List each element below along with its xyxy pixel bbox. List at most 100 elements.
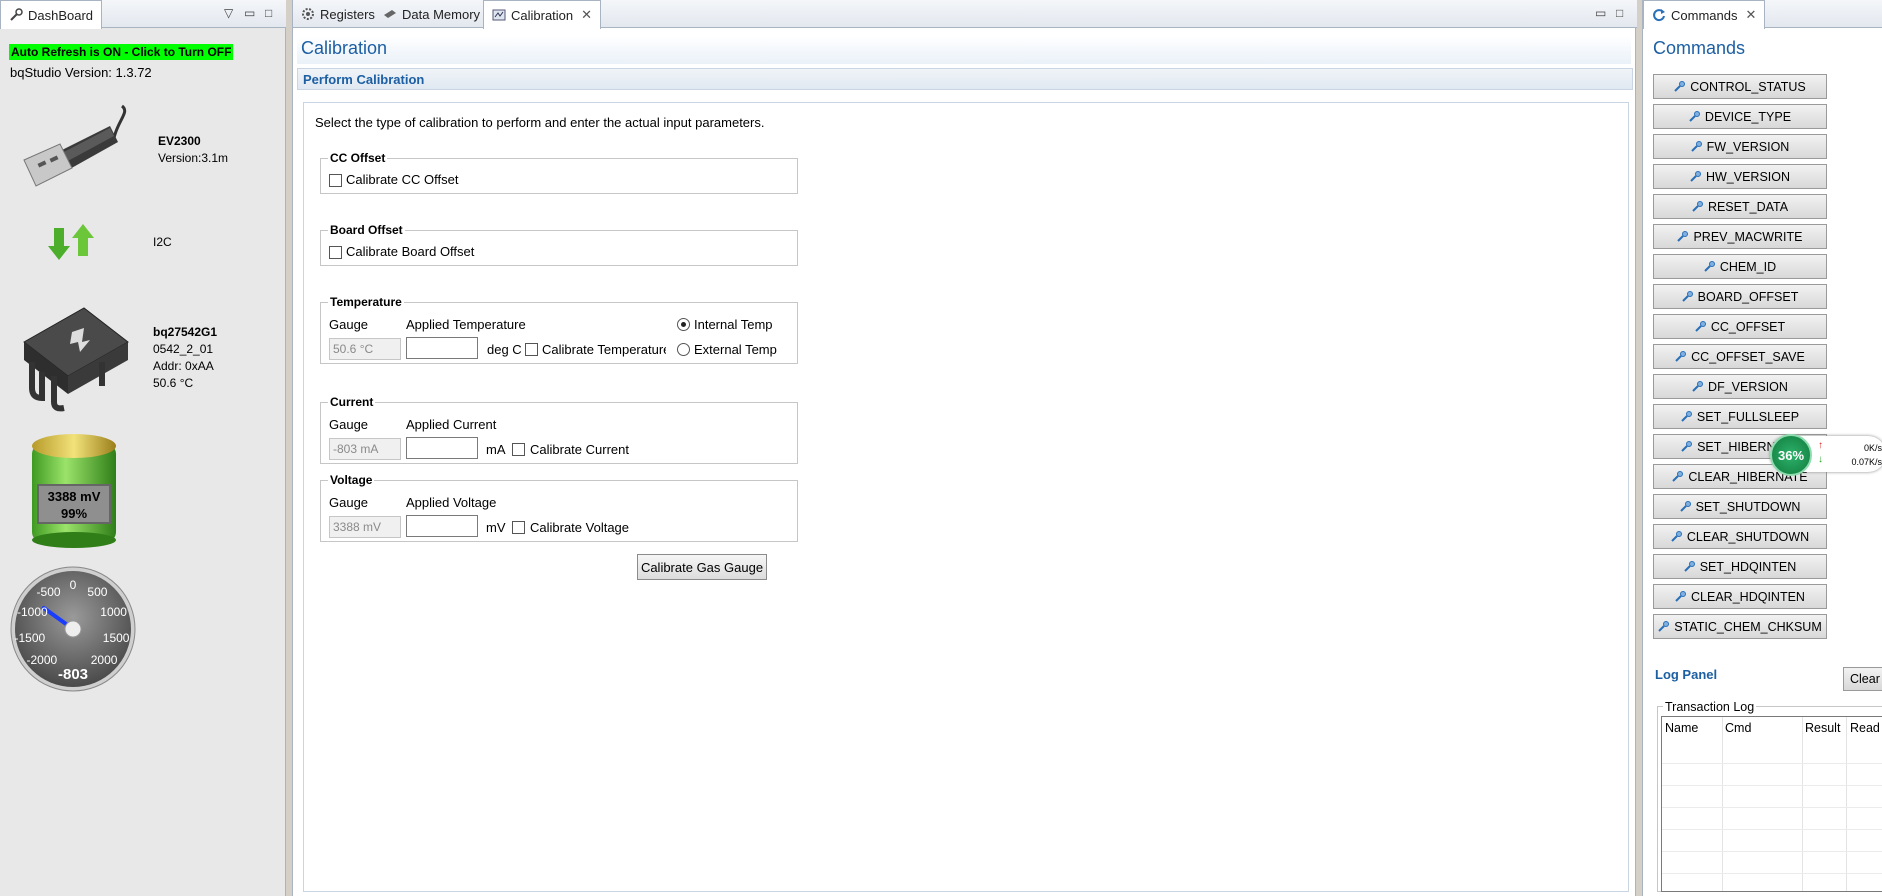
command-icon (1658, 621, 1670, 632)
commands-tabbar: Commands ✕ (1643, 0, 1882, 29)
tab-dashboard[interactable]: DashBoard (0, 0, 103, 29)
current-unit: mA (486, 442, 506, 457)
command-icon (1679, 501, 1691, 512)
tab-data-memory-label: Data Memory (402, 6, 481, 22)
command-button-cc-offset[interactable]: CC_OFFSET (1653, 314, 1827, 339)
network-speed-widget[interactable]: 36% ↑ ↓ 0K/s 0.07K/s (1770, 434, 1882, 476)
applied-voltage-input[interactable] (406, 515, 478, 537)
cc-offset-group-label: CC Offset (328, 151, 388, 165)
command-button-set-hdqinten[interactable]: SET_HDQINTEN (1653, 554, 1827, 579)
gauge-tick-label: 2000 (90, 653, 118, 668)
calibration-icon (492, 8, 506, 22)
transfer-arrows-icon (48, 222, 100, 265)
auto-refresh-toggle[interactable]: Auto Refresh is ON - Click to Turn OFF (9, 44, 234, 60)
command-icon (1677, 231, 1689, 242)
command-label: DEVICE_TYPE (1704, 109, 1792, 124)
internal-temp-radio[interactable] (677, 318, 690, 331)
maximize-icon[interactable]: □ (265, 6, 272, 20)
command-button-set-shutdown[interactable]: SET_SHUTDOWN (1653, 494, 1827, 519)
transaction-log-label: Transaction Log (1663, 700, 1757, 714)
temperature-gauge-label: Gauge (329, 317, 369, 332)
calibrate-current-label: Calibrate Current (530, 442, 629, 457)
download-arrow-icon: ↓ (1818, 454, 1823, 465)
command-label: CC_OFFSET (1710, 319, 1786, 334)
battery-voltage: 3388 mV (47, 489, 101, 504)
download-speed: 0.07K/s (1851, 457, 1882, 467)
calibrate-gas-gauge-button[interactable]: Calibrate Gas Gauge (637, 554, 767, 580)
command-button-reset-data[interactable]: RESET_DATA (1653, 194, 1827, 219)
command-label: HW_VERSION (1705, 169, 1791, 184)
tab-data-memory[interactable]: Data Memory (375, 0, 488, 28)
command-icon (1684, 561, 1695, 572)
applied-current-input[interactable] (406, 437, 478, 459)
command-button-set-fullsleep[interactable]: SET_FULLSLEEP (1653, 404, 1827, 429)
command-button-control-status[interactable]: CONTROL_STATUS (1653, 74, 1827, 99)
command-button-device-type[interactable]: DEVICE_TYPE (1653, 104, 1827, 129)
section-header[interactable]: Perform Calibration (297, 68, 1633, 90)
transaction-log-table[interactable]: Name Cmd Result Read ... (1661, 716, 1882, 892)
column-header-cmd[interactable]: Cmd (1725, 721, 1751, 735)
calibrate-board-offset-label: Calibrate Board Offset (346, 244, 475, 259)
tab-calibration[interactable]: Calibration ✕ (483, 0, 602, 29)
calibrate-cc-offset-checkbox[interactable] (329, 174, 342, 187)
column-header-result[interactable]: Result (1805, 721, 1840, 735)
calibration-form: Select the type of calibration to perfor… (303, 102, 1629, 892)
tab-commands-label: Commands (1671, 7, 1738, 23)
close-icon[interactable]: ✕ (581, 7, 592, 23)
internal-temp-label: Internal Temp (694, 317, 773, 332)
clear-log-button[interactable]: Clear (1843, 667, 1882, 691)
close-icon[interactable]: ✕ (1745, 7, 1756, 23)
tab-commands[interactable]: Commands ✕ (1643, 0, 1766, 29)
voltage-unit: mV (486, 520, 506, 535)
calibrate-board-offset-checkbox[interactable] (329, 246, 342, 259)
command-button-prev-macwrite[interactable]: PREV_MACWRITE (1653, 224, 1827, 249)
command-icon (1695, 321, 1706, 332)
view-menu-icon[interactable]: ▽ (224, 6, 233, 20)
maximize-icon[interactable]: □ (1616, 6, 1623, 20)
command-icon (1672, 471, 1684, 482)
applied-current-label: Applied Current (406, 417, 497, 432)
minimize-icon[interactable]: ▭ (244, 6, 255, 20)
applied-temperature-label: Applied Temperature (406, 317, 526, 332)
command-label: DF_VERSION (1708, 379, 1788, 394)
command-icon (1681, 291, 1693, 302)
command-label: SET_FULLSLEEP (1696, 409, 1800, 424)
page-title: Calibration (301, 38, 388, 58)
command-button-hw-version[interactable]: HW_VERSION (1653, 164, 1827, 189)
calibrate-temperature-checkbox[interactable] (525, 343, 538, 356)
voltage-gauge-label: Gauge (329, 495, 369, 510)
applied-voltage-label: Applied Voltage (406, 495, 497, 510)
gauge-tick-label: -2000 (26, 653, 58, 668)
command-icon (1681, 441, 1693, 452)
device-address: Addr: 0xAA (153, 359, 214, 373)
command-label: STATIC_CHEM_CHKSUM (1674, 619, 1822, 634)
command-button-static-chem-chksum[interactable]: STATIC_CHEM_CHKSUM (1653, 614, 1827, 639)
applied-temperature-input[interactable] (406, 337, 478, 359)
command-button-cc-offset-save[interactable]: CC_OFFSET_SAVE (1653, 344, 1827, 369)
command-button-df-version[interactable]: DF_VERSION (1653, 374, 1827, 399)
command-icon (1675, 351, 1687, 362)
column-header-name[interactable]: Name (1665, 721, 1698, 735)
calibrate-voltage-checkbox[interactable] (512, 521, 525, 534)
calibrate-current-checkbox[interactable] (512, 443, 525, 456)
battery-icon: 3388 mV 99% (28, 430, 120, 548)
battery-readout: 3388 mV 99% (37, 484, 111, 524)
column-header-read[interactable]: Read ... (1850, 721, 1882, 735)
command-button-board-offset[interactable]: BOARD_OFFSET (1653, 284, 1827, 309)
refresh-icon (1652, 8, 1666, 22)
calibrate-temperature-label: Calibrate Temperature (542, 342, 666, 357)
device-name: bq27542G1 (153, 325, 218, 339)
external-temp-radio[interactable] (677, 343, 690, 356)
command-button-fw-version[interactable]: FW_VERSION (1653, 134, 1827, 159)
gauge-tick-label: -1000 (16, 605, 48, 620)
command-icon (1681, 411, 1692, 422)
command-button-clear-shutdown[interactable]: CLEAR_SHUTDOWN (1653, 524, 1827, 549)
tab-registers[interactable]: Registers (293, 0, 383, 28)
minimize-icon[interactable]: ▭ (1595, 6, 1606, 20)
commands-title: Commands (1653, 38, 1746, 58)
command-button-chem-id[interactable]: CHEM_ID (1653, 254, 1827, 279)
board-offset-group-label: Board Offset (328, 223, 405, 237)
section-title: Perform Calibration (303, 72, 425, 87)
command-icon (1704, 261, 1715, 272)
command-button-clear-hdqinten[interactable]: CLEAR_HDQINTEN (1653, 584, 1827, 609)
